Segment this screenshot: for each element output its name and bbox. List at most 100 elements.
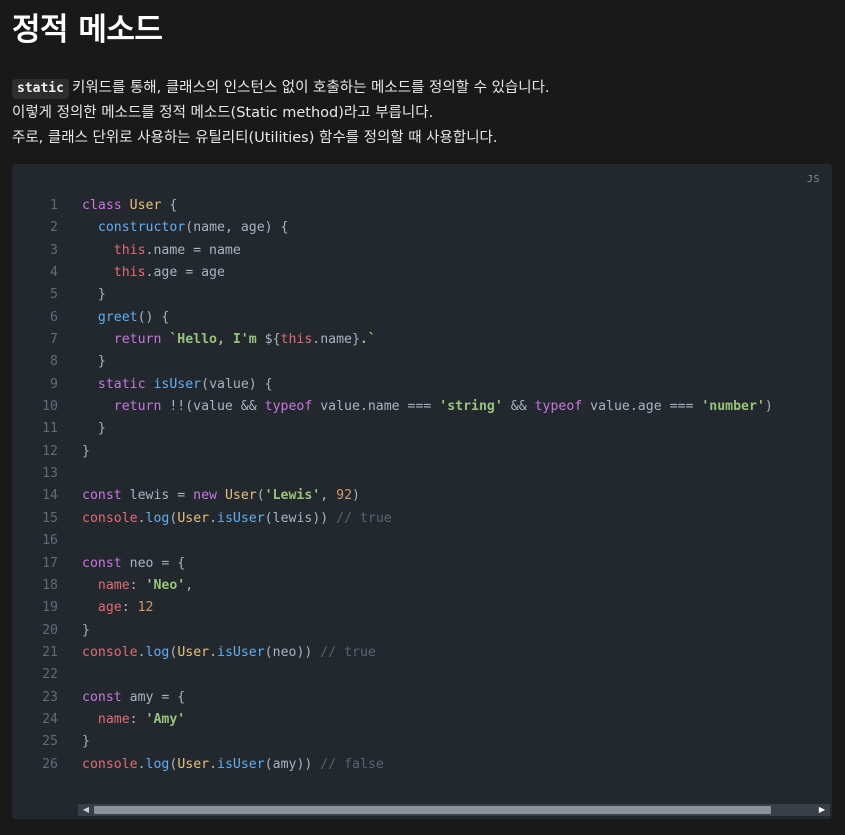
code-token: )) [312, 510, 329, 526]
code-line: 7 return `Hello, I'm ${this.name}.` [12, 329, 832, 351]
line-number: 13 [42, 466, 58, 482]
line-number: 24 [42, 711, 58, 727]
code-token: amy [272, 756, 297, 772]
code-token: .` [359, 332, 376, 348]
code-token: User [224, 488, 257, 504]
code-token: new [193, 488, 225, 504]
code-token: // false [312, 756, 384, 772]
line-number: 16 [42, 533, 58, 549]
code-token: 'Lewis' [264, 488, 321, 504]
code-token: isUser [217, 510, 265, 526]
code-token: 'string' [439, 399, 503, 415]
description: static 키워드를 통해, 클래스의 인스턴스 없이 호출하는 메소드를 정의… [12, 76, 842, 151]
code-token: 'Amy' [145, 711, 186, 727]
code-token: () { [137, 309, 170, 325]
code-token: { [161, 198, 178, 213]
code-token: name [97, 711, 130, 727]
code-token: value.name === [320, 399, 440, 415]
line-number: 22 [42, 667, 58, 683]
line-number: 14 [42, 488, 58, 504]
code-line: 3 this.name = name [12, 240, 832, 262]
description-line-1-text: 키워드를 통해, 클래스의 인스턴스 없이 호출하는 메소드를 정의할 수 있습… [71, 80, 550, 96]
line-number: 19 [42, 600, 58, 616]
code-token: greet [97, 309, 138, 325]
scroll-left-arrow-icon[interactable]: ◀ [78, 804, 94, 816]
code-line: 17 const neo = { [12, 553, 832, 575]
code-token: value [209, 376, 249, 392]
code-token: , [185, 577, 194, 593]
code-token: .age = age [145, 265, 225, 281]
code-token: . [137, 510, 146, 526]
code-line: 20} [12, 620, 832, 642]
description-line-1: static 키워드를 통해, 클래스의 인스턴스 없이 호출하는 메소드를 정의… [12, 76, 842, 101]
code-token: . [137, 756, 146, 772]
code-line: 15 console.log(User.isUser(lewis)) // tru… [12, 508, 832, 530]
code-block[interactable]: JS 1 class User {2 constructor(name, age)… [12, 164, 832, 819]
line-number: 5 [50, 287, 58, 303]
line-number: 18 [42, 577, 58, 593]
code-token: .name} [312, 332, 360, 348]
code-line: 8 } [12, 351, 832, 373]
code-token: )) [296, 644, 313, 660]
code-content[interactable]: 1 class User {2 constructor(name, age) {3… [12, 195, 832, 776]
code-token: lewis = [129, 488, 194, 504]
line-number: 4 [50, 265, 58, 281]
code-token: !!(value && [169, 399, 265, 415]
code-token: log [145, 510, 170, 526]
code-line: 14 const lewis = new User('Lewis', 92) [12, 485, 832, 507]
line-number: 12 [42, 443, 58, 459]
code-token: 12 [137, 600, 154, 616]
code-token: User [177, 644, 210, 660]
line-number: 15 [42, 510, 58, 526]
code-token: this [113, 242, 146, 258]
code-token: lewis [272, 510, 313, 526]
scroll-right-arrow-icon[interactable]: ▶ [814, 804, 830, 816]
code-token: . [209, 756, 218, 772]
code-token: User [129, 198, 162, 213]
code-token: return [113, 332, 170, 348]
code-line: 26 console.log(User.isUser(amy)) // false [12, 754, 832, 776]
line-number: 3 [50, 242, 58, 258]
code-token: : [129, 711, 146, 727]
horizontal-scrollbar[interactable]: ◀ ▶ [78, 804, 830, 816]
code-token: ) { [264, 220, 289, 236]
code-token: this [113, 265, 146, 281]
code-token: 'Neo' [145, 577, 186, 593]
code-token: neo [272, 644, 297, 660]
line-number: 20 [42, 622, 58, 638]
code-token: ( [201, 376, 210, 392]
line-number: 1 [50, 198, 58, 213]
code-line: 25} [12, 731, 832, 753]
code-token: typeof [264, 399, 321, 415]
code-line: 10 return !!(value && typeof value.name … [12, 396, 832, 418]
code-line: 24 name: 'Amy' [12, 709, 832, 731]
code-token: : [129, 577, 146, 593]
code-token: const [82, 555, 130, 571]
page: 정적 메소드 static 키워드를 통해, 클래스의 인스턴스 없이 호출하는 … [0, 0, 845, 835]
code-token: .name = name [145, 242, 241, 258]
code-token: this [280, 332, 313, 348]
code-token: value.age === [590, 399, 702, 415]
code-token: const [82, 689, 130, 705]
code-token: ( [264, 644, 273, 660]
code-token: class [82, 198, 130, 213]
code-token: } [82, 622, 90, 638]
code-line: 4 this.age = age [12, 262, 832, 284]
code-token: : [121, 600, 138, 616]
line-number: 10 [42, 399, 58, 415]
code-token: const [82, 488, 130, 504]
line-number: 7 [50, 332, 58, 348]
scrollbar-thumb[interactable] [94, 806, 771, 814]
code-token: ( [264, 756, 273, 772]
page-title: 정적 메소드 [12, 12, 163, 48]
line-number: 8 [50, 354, 58, 370]
code-token: ( [256, 488, 265, 504]
code-token: neo = { [129, 555, 186, 571]
code-token: ${ [264, 332, 281, 348]
code-token: log [145, 756, 170, 772]
